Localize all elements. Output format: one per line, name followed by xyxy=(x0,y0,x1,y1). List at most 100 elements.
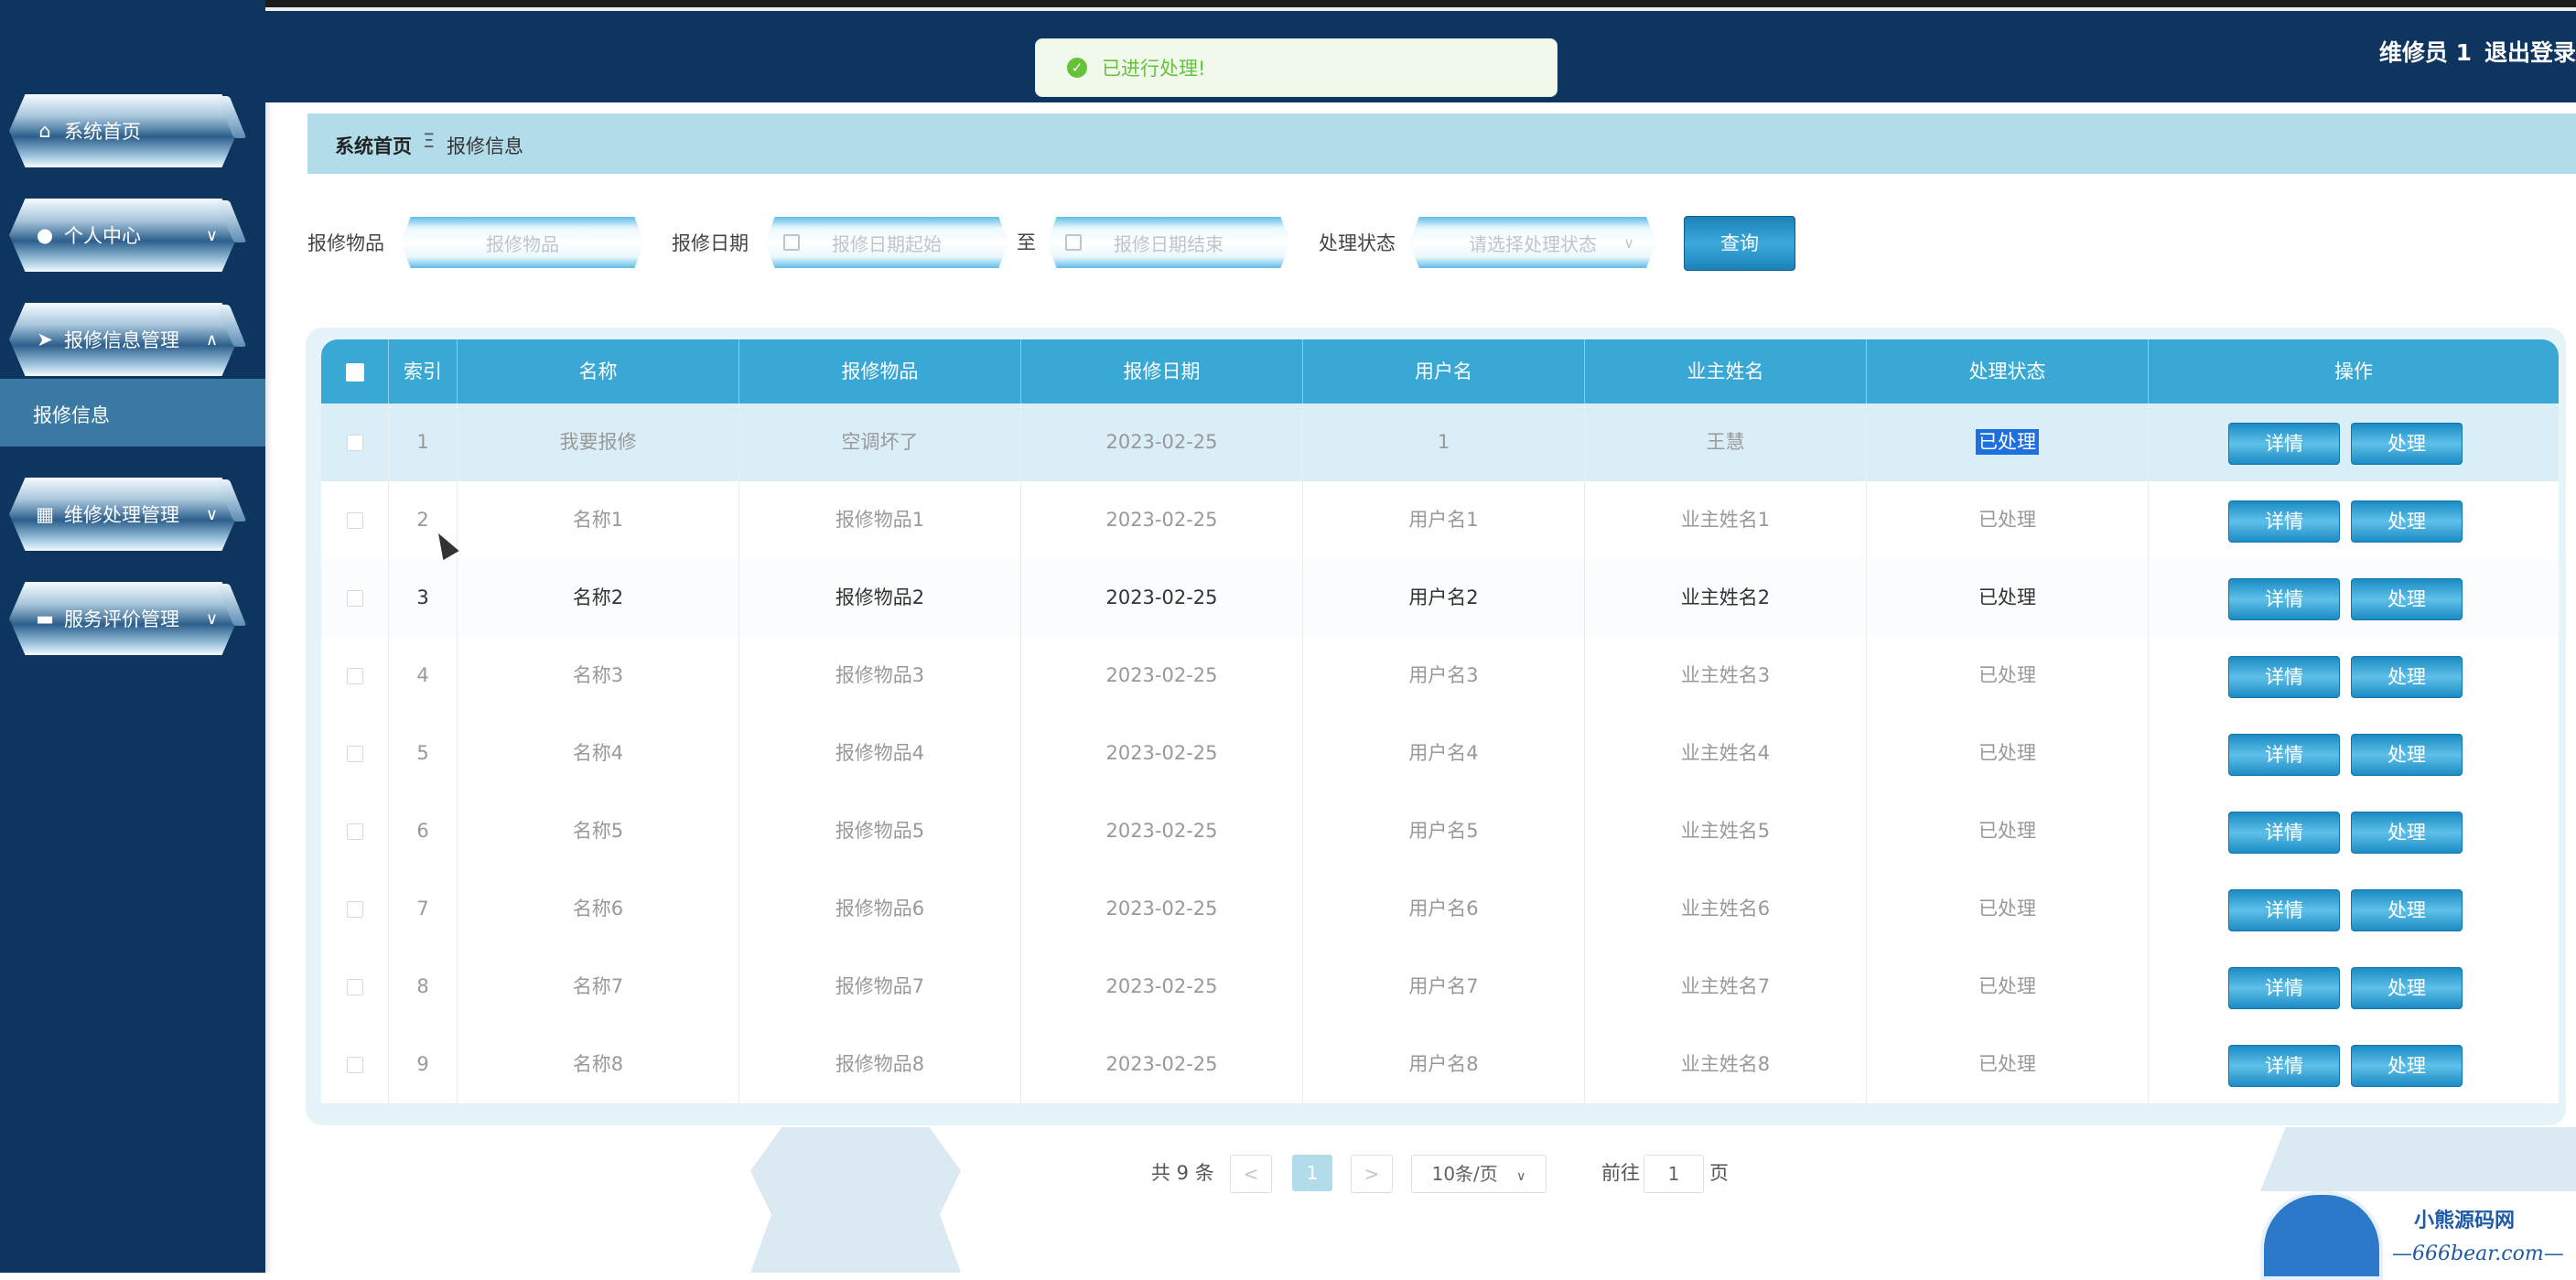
prev-page-button[interactable]: < xyxy=(1230,1155,1272,1193)
cell-name-text: 名称6 xyxy=(572,898,624,920)
cell-username-text: 用户名3 xyxy=(1408,664,1479,686)
sidebar-item-service-evaluation[interactable]: ▬ 服务评价管理 ∨ xyxy=(9,582,238,655)
home-icon: ⌂ xyxy=(38,120,51,142)
cell-item-text: 报修物品3 xyxy=(835,664,925,686)
sidebar-item-personal-center[interactable]: ● 个人中心 ∨ xyxy=(9,199,238,272)
table-row[interactable]: 1 我要报修 空调坏了 2023-02-25 1 王慧 已处理 详情 处理 xyxy=(321,403,2559,482)
detail-button[interactable]: 详情 xyxy=(2228,812,2340,854)
chevron-up-icon: ∧ xyxy=(205,329,218,350)
table-row[interactable]: 3 名称2 报修物品2 2023-02-25 用户名2 业主姓名2 已处理 详情 处理 xyxy=(321,559,2559,638)
sidebar-subitem-repair-info[interactable]: 报修信息 xyxy=(0,379,265,446)
detail-button[interactable]: 详情 xyxy=(2228,423,2340,465)
status-select[interactable]: 请选择处理状态 ∨ xyxy=(1409,217,1656,268)
detail-button[interactable]: 详情 xyxy=(2228,1045,2340,1087)
process-button[interactable]: 处理 xyxy=(2351,1045,2463,1087)
process-button[interactable]: 处理 xyxy=(2351,967,2463,1009)
cell-status: 已处理 xyxy=(1867,870,2149,948)
row-checkbox[interactable] xyxy=(346,823,363,840)
row-checkbox[interactable] xyxy=(346,979,363,995)
cell-owner: 王慧 xyxy=(1585,403,1867,481)
detail-button[interactable]: 详情 xyxy=(2228,967,2340,1009)
cell-name: 名称3 xyxy=(458,637,739,715)
column-header: 业主姓名 xyxy=(1585,339,1867,403)
cell-name: 名称8 xyxy=(458,1026,739,1103)
row-select-cell xyxy=(321,403,389,481)
logout-link[interactable]: 退出登录 xyxy=(2484,39,2576,66)
sidebar-item-home[interactable]: ⌂ 系统首页 xyxy=(9,94,238,167)
process-button[interactable]: 处理 xyxy=(2351,889,2463,931)
sidebar-item-label: 系统首页 xyxy=(64,121,141,143)
cell-item: 报修物品6 xyxy=(739,870,1021,948)
detail-button[interactable]: 详情 xyxy=(2228,500,2340,543)
page-1-button[interactable]: 1 xyxy=(1292,1155,1332,1191)
row-checkbox[interactable] xyxy=(346,668,363,684)
table-row[interactable]: 6 名称5 报修物品5 2023-02-25 用户名5 业主姓名5 已处理 详情 处理 xyxy=(321,792,2559,871)
cell-name-text: 名称7 xyxy=(572,975,624,997)
process-button[interactable]: 处理 xyxy=(2351,423,2463,465)
detail-button[interactable]: 详情 xyxy=(2228,578,2340,620)
date-start-input[interactable]: 报修日期起始 xyxy=(765,217,1008,268)
row-checkbox[interactable] xyxy=(346,590,363,607)
watermark-url: —666bear.com— xyxy=(2392,1242,2564,1265)
cell-index-text: 7 xyxy=(416,898,429,920)
table-header: 索引 名称 报修物品 报修日期 用户名 业主姓名 处理状态 操作 xyxy=(321,339,2559,403)
cell-owner-text: 业主姓名7 xyxy=(1680,975,1771,997)
table-row[interactable]: 9 名称8 报修物品8 2023-02-25 用户名8 业主姓名8 已处理 详情 处理 xyxy=(321,1026,2559,1104)
table-row[interactable]: 7 名称6 报修物品6 2023-02-25 用户名6 业主姓名6 已处理 详情 处理 xyxy=(321,870,2559,949)
process-button[interactable]: 处理 xyxy=(2351,656,2463,698)
cell-username: 用户名1 xyxy=(1303,481,1585,559)
cell-status: 已处理 xyxy=(1867,403,2149,481)
row-select-cell xyxy=(321,1026,389,1103)
cell-actions: 详情 处理 xyxy=(2149,1026,2559,1103)
table-row[interactable]: 2 名称1 报修物品1 2023-02-25 用户名1 业主姓名1 已处理 详情 处理 xyxy=(321,481,2559,560)
cell-item-text: 报修物品7 xyxy=(835,975,925,997)
process-button[interactable]: 处理 xyxy=(2351,578,2463,620)
cell-name: 名称7 xyxy=(458,948,739,1026)
cell-date: 2023-02-25 xyxy=(1021,948,1303,1026)
row-checkbox[interactable] xyxy=(346,901,363,918)
cell-name-text: 我要报修 xyxy=(559,431,637,453)
cell-index: 3 xyxy=(389,559,458,637)
chevron-down-icon: ∨ xyxy=(205,504,218,524)
select-all-checkbox[interactable] xyxy=(345,363,364,382)
detail-button[interactable]: 详情 xyxy=(2228,734,2340,776)
query-button[interactable]: 查询 xyxy=(1684,216,1795,271)
success-toast: ✓ 已进行处理! xyxy=(1035,38,1557,97)
watermark-title: 小熊源码网 xyxy=(2414,1209,2516,1232)
sidebar-item-repair-info-management[interactable]: ➤ 报修信息管理 ∧ xyxy=(9,303,238,376)
row-checkbox[interactable] xyxy=(346,435,363,451)
column-header: 报修物品 xyxy=(739,339,1021,403)
cell-owner-text: 王慧 xyxy=(1706,431,1745,453)
cell-actions: 详情 处理 xyxy=(2149,870,2559,948)
cell-actions: 详情 处理 xyxy=(2149,792,2559,870)
process-button[interactable]: 处理 xyxy=(2351,812,2463,854)
row-checkbox[interactable] xyxy=(346,1057,363,1073)
breadcrumb-home[interactable]: 系统首页 xyxy=(335,132,412,159)
next-page-button[interactable]: > xyxy=(1351,1155,1393,1193)
repair-date-label: 报修日期 xyxy=(672,232,749,254)
chevron-down-icon: ∨ xyxy=(205,225,218,245)
process-button[interactable]: 处理 xyxy=(2351,734,2463,776)
page-size-select[interactable]: 10条/页 ∨ xyxy=(1411,1155,1547,1193)
cell-username: 用户名3 xyxy=(1303,637,1585,715)
sidebar-item-label: 维修处理管理 xyxy=(64,504,179,526)
detail-button[interactable]: 详情 xyxy=(2228,889,2340,931)
row-checkbox[interactable] xyxy=(346,746,363,762)
table-row[interactable]: 8 名称7 报修物品7 2023-02-25 用户名7 业主姓名7 已处理 详情 处理 xyxy=(321,948,2559,1027)
goto-page-input[interactable]: 1 xyxy=(1644,1155,1704,1193)
table-row[interactable]: 4 名称3 报修物品3 2023-02-25 用户名3 业主姓名3 已处理 详情 处理 xyxy=(321,637,2559,715)
process-button[interactable]: 处理 xyxy=(2351,500,2463,543)
cell-index-text: 4 xyxy=(416,664,429,686)
cell-username-text: 用户名6 xyxy=(1408,898,1479,920)
sidebar-item-repair-processing[interactable]: ▦ 维修处理管理 ∨ xyxy=(9,478,238,551)
row-checkbox[interactable] xyxy=(346,512,363,529)
cell-name-text: 名称3 xyxy=(572,664,624,686)
date-end-input[interactable]: 报修日期结束 xyxy=(1047,217,1290,268)
detail-button[interactable]: 详情 xyxy=(2228,656,2340,698)
check-circle-icon: ✓ xyxy=(1067,58,1087,78)
cell-date: 2023-02-25 xyxy=(1021,403,1303,481)
table-row[interactable]: 5 名称4 报修物品4 2023-02-25 用户名4 业主姓名4 已处理 详情 处理 xyxy=(321,715,2559,793)
breadcrumb-separator: Ξ xyxy=(423,130,436,152)
repair-item-input[interactable]: 报修物品 xyxy=(401,217,644,268)
column-header: 用户名 xyxy=(1303,339,1585,403)
